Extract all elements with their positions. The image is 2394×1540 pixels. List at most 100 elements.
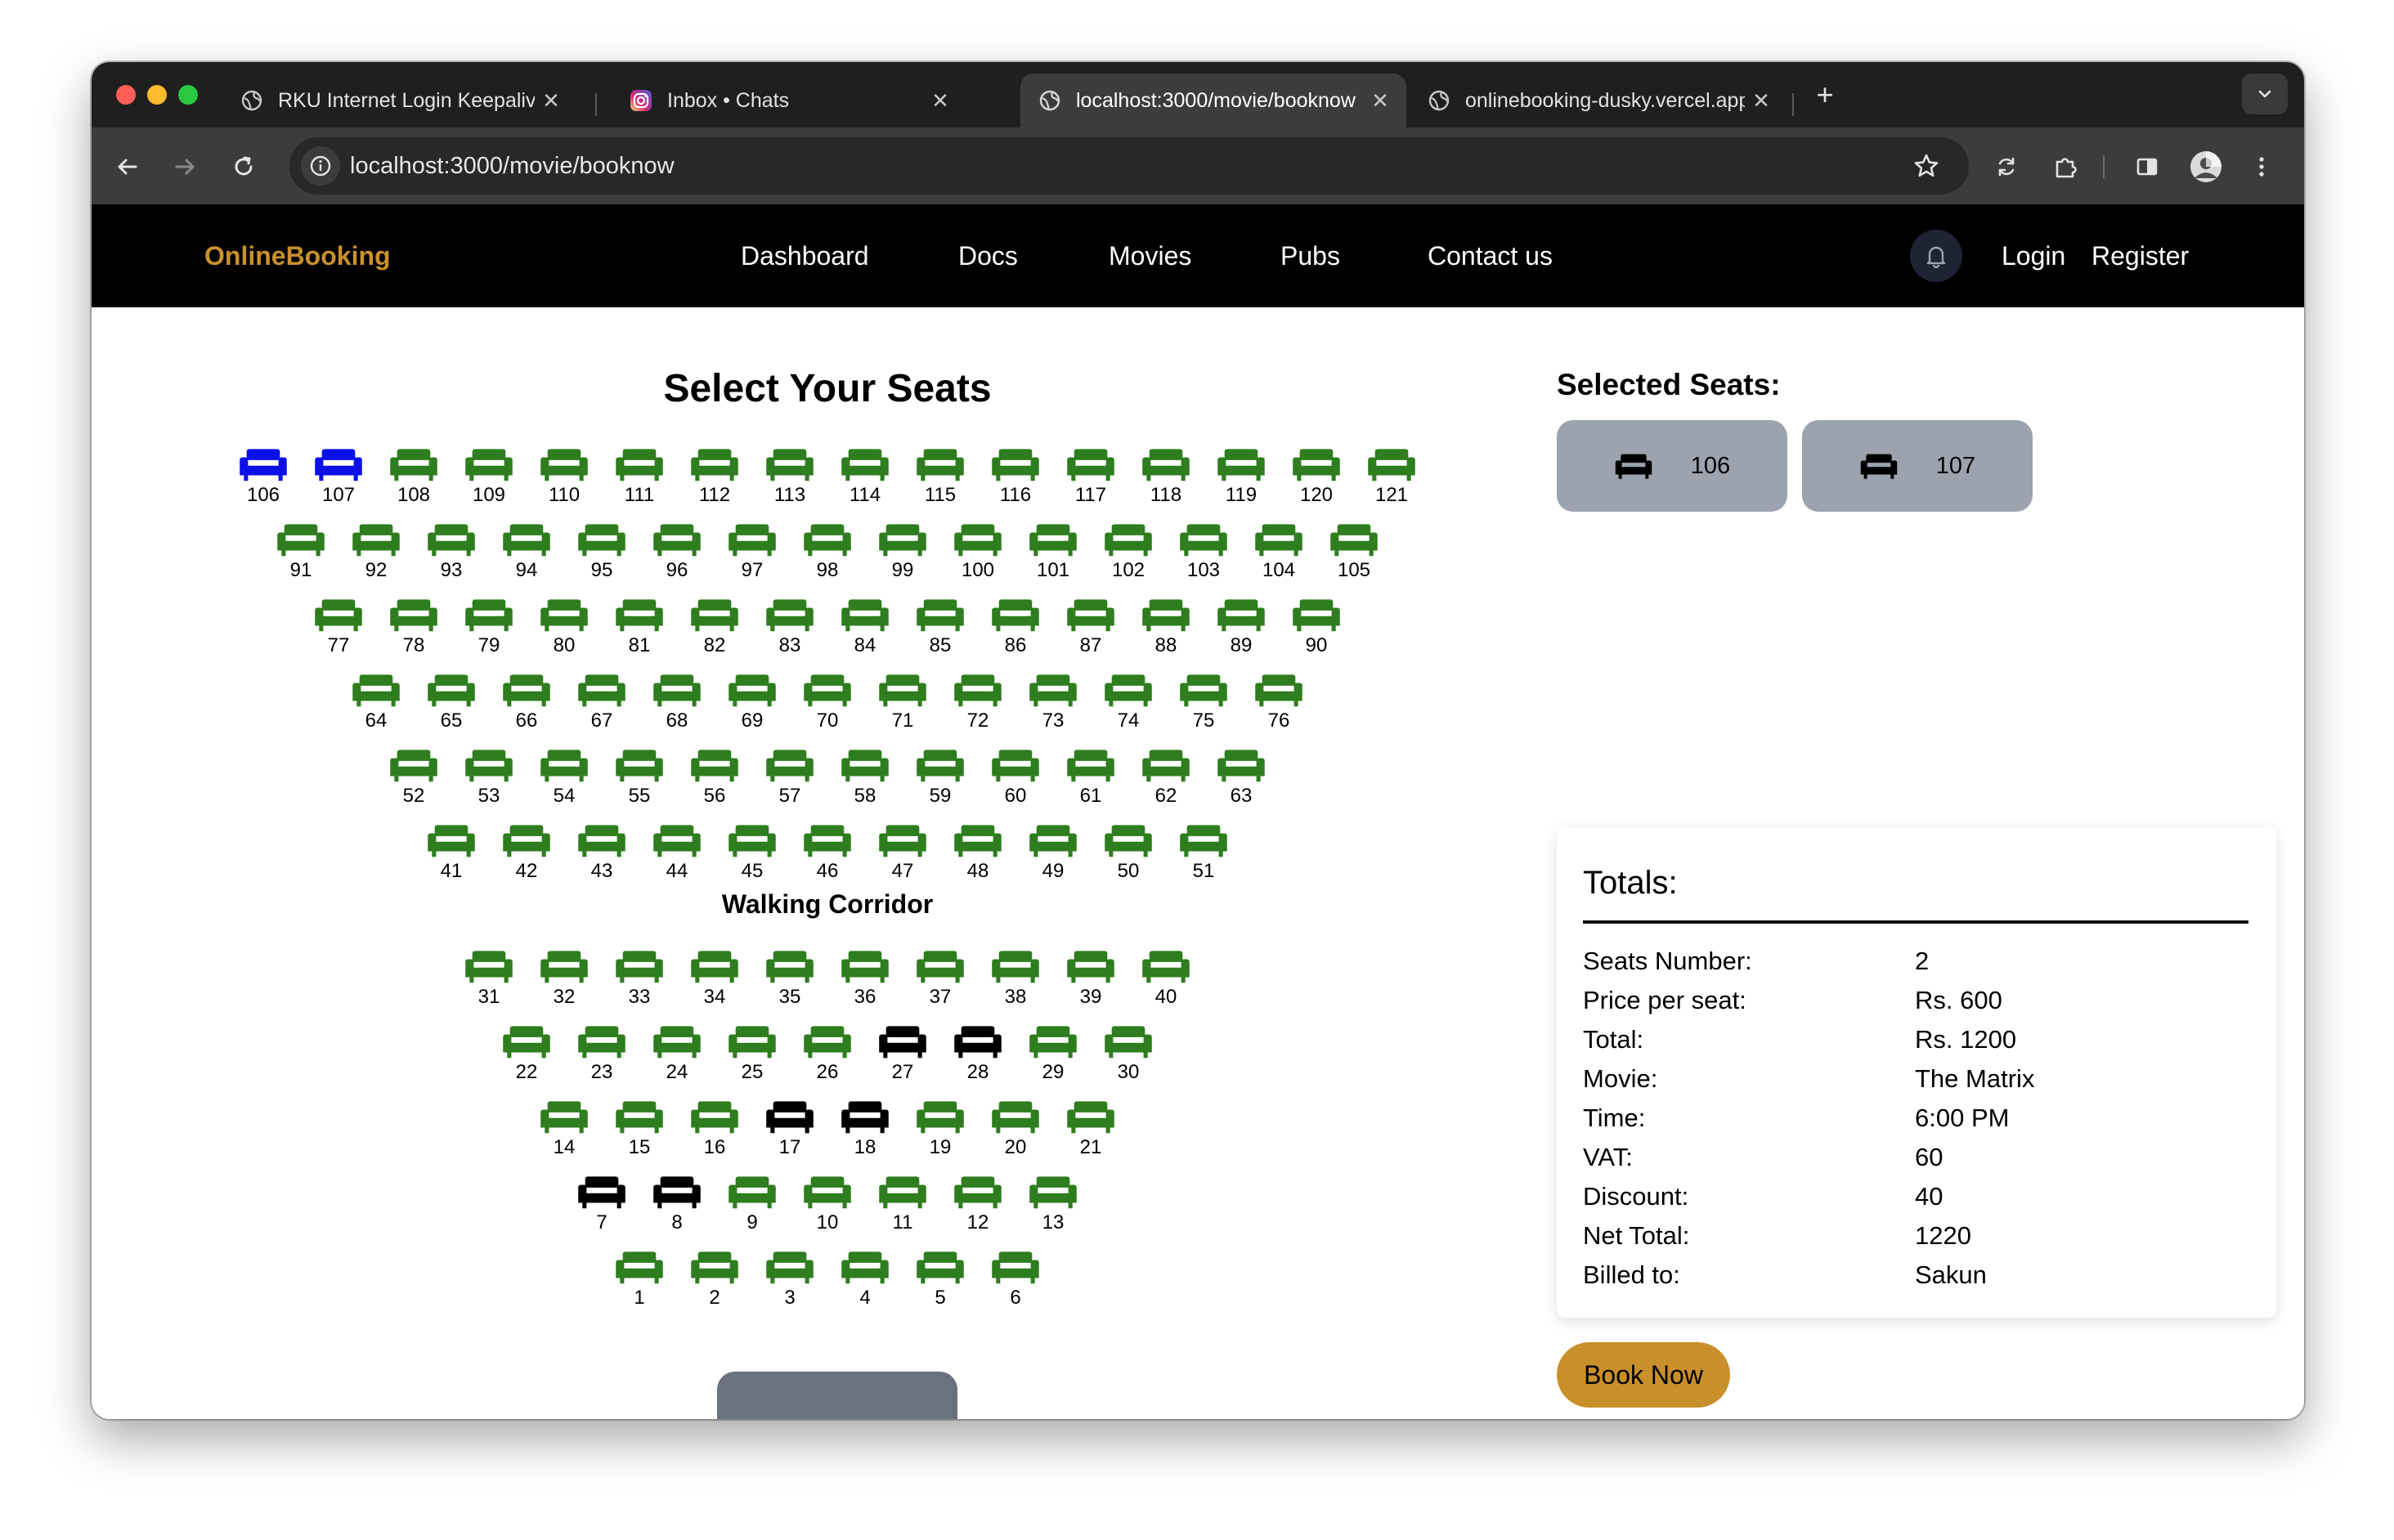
seat-19[interactable]: 19 [903, 1099, 978, 1174]
seat-92[interactable]: 92 [338, 522, 414, 597]
seat-67[interactable]: 67 [564, 672, 639, 747]
seat-9[interactable]: 9 [715, 1174, 790, 1249]
seat-66[interactable]: 66 [489, 672, 564, 747]
selected-seat-chip[interactable]: 106 [1557, 420, 1787, 512]
seat-40[interactable]: 40 [1128, 948, 1204, 1023]
minimize-window-button[interactable] [147, 85, 167, 105]
seat-5[interactable]: 5 [903, 1249, 978, 1324]
seat-44[interactable]: 44 [639, 822, 715, 898]
seat-91[interactable]: 91 [263, 522, 338, 597]
seat-118[interactable]: 118 [1128, 446, 1204, 522]
nav-link-pubs[interactable]: Pubs [1280, 204, 1340, 307]
seat-50[interactable]: 50 [1091, 822, 1166, 898]
seat-20[interactable]: 20 [978, 1099, 1053, 1174]
seat-23[interactable]: 23 [564, 1023, 639, 1099]
seat-117[interactable]: 117 [1053, 446, 1128, 522]
zoom-window-button[interactable] [178, 85, 198, 105]
seat-81[interactable]: 81 [602, 597, 677, 672]
seat-13[interactable]: 13 [1015, 1174, 1091, 1249]
seat-31[interactable]: 31 [451, 948, 527, 1023]
forward-button[interactable] [165, 147, 204, 186]
nav-link-docs[interactable]: Docs [958, 204, 1018, 307]
seat-6[interactable]: 6 [978, 1249, 1053, 1324]
seat-14[interactable]: 14 [527, 1099, 602, 1174]
register-link[interactable]: Register [2091, 204, 2189, 307]
tab-booknow[interactable]: localhost:3000/movie/booknow ✕ [1020, 74, 1406, 128]
seat-94[interactable]: 94 [489, 522, 564, 597]
seat-58[interactable]: 58 [827, 747, 903, 822]
seat-84[interactable]: 84 [827, 597, 903, 672]
brand-logo[interactable]: OnlineBooking [204, 204, 391, 307]
seat-75[interactable]: 75 [1166, 672, 1241, 747]
seat-98[interactable]: 98 [790, 522, 865, 597]
seat-62[interactable]: 62 [1128, 747, 1204, 822]
seat-104[interactable]: 104 [1241, 522, 1316, 597]
seat-48[interactable]: 48 [940, 822, 1015, 898]
seat-51[interactable]: 51 [1166, 822, 1241, 898]
seat-65[interactable]: 65 [414, 672, 489, 747]
seat-82[interactable]: 82 [677, 597, 752, 672]
tab-close-icon[interactable]: ✕ [535, 88, 567, 114]
seat-29[interactable]: 29 [1015, 1023, 1091, 1099]
seat-95[interactable]: 95 [564, 522, 639, 597]
seat-106[interactable]: 106 [226, 446, 301, 522]
seat-113[interactable]: 113 [752, 446, 827, 522]
seat-59[interactable]: 59 [903, 747, 978, 822]
selected-seat-chip[interactable]: 107 [1802, 420, 2033, 512]
seat-74[interactable]: 74 [1091, 672, 1166, 747]
tab-close-icon[interactable]: ✕ [924, 88, 957, 114]
seat-90[interactable]: 90 [1279, 597, 1354, 672]
seat-87[interactable]: 87 [1053, 597, 1128, 672]
seat-38[interactable]: 38 [978, 948, 1053, 1023]
seat-30[interactable]: 30 [1091, 1023, 1166, 1099]
seat-36[interactable]: 36 [827, 948, 903, 1023]
seat-97[interactable]: 97 [715, 522, 790, 597]
seat-105[interactable]: 105 [1316, 522, 1392, 597]
extension-sync-button[interactable] [1987, 147, 2026, 186]
seat-24[interactable]: 24 [639, 1023, 715, 1099]
seat-115[interactable]: 115 [903, 446, 978, 522]
seat-99[interactable]: 99 [865, 522, 940, 597]
seat-42[interactable]: 42 [489, 822, 564, 898]
tab-close-icon[interactable]: ✕ [1745, 88, 1778, 114]
seat-114[interactable]: 114 [827, 446, 903, 522]
seat-103[interactable]: 103 [1166, 522, 1241, 597]
seat-12[interactable]: 12 [940, 1174, 1015, 1249]
seat-39[interactable]: 39 [1053, 948, 1128, 1023]
reload-button[interactable] [224, 147, 263, 186]
address-bar[interactable]: localhost:3000/movie/booknow [289, 137, 1969, 195]
seat-93[interactable]: 93 [414, 522, 489, 597]
tab-vercel-app[interactable]: onlinebooking-dusky.vercel.app ✕ [1410, 74, 1787, 128]
seat-53[interactable]: 53 [451, 747, 527, 822]
seat-69[interactable]: 69 [715, 672, 790, 747]
seat-45[interactable]: 45 [715, 822, 790, 898]
seat-78[interactable]: 78 [376, 597, 451, 672]
seat-72[interactable]: 72 [940, 672, 1015, 747]
seat-86[interactable]: 86 [978, 597, 1053, 672]
seat-52[interactable]: 52 [376, 747, 451, 822]
seat-73[interactable]: 73 [1015, 672, 1091, 747]
seat-61[interactable]: 61 [1053, 747, 1128, 822]
seat-15[interactable]: 15 [602, 1099, 677, 1174]
seat-37[interactable]: 37 [903, 948, 978, 1023]
seat-55[interactable]: 55 [602, 747, 677, 822]
browser-menu-button[interactable] [2242, 147, 2281, 186]
seat-10[interactable]: 10 [790, 1174, 865, 1249]
seat-41[interactable]: 41 [414, 822, 489, 898]
seat-21[interactable]: 21 [1053, 1099, 1128, 1174]
seat-33[interactable]: 33 [602, 948, 677, 1023]
seat-116[interactable]: 116 [978, 446, 1053, 522]
seat-46[interactable]: 46 [790, 822, 865, 898]
seat-70[interactable]: 70 [790, 672, 865, 747]
seat-63[interactable]: 63 [1204, 747, 1279, 822]
seat-107[interactable]: 107 [301, 446, 376, 522]
seat-16[interactable]: 16 [677, 1099, 752, 1174]
new-tab-button[interactable]: + [1807, 77, 1843, 113]
seat-85[interactable]: 85 [903, 597, 978, 672]
seat-47[interactable]: 47 [865, 822, 940, 898]
seat-26[interactable]: 26 [790, 1023, 865, 1099]
seat-77[interactable]: 77 [301, 597, 376, 672]
seat-83[interactable]: 83 [752, 597, 827, 672]
seat-119[interactable]: 119 [1204, 446, 1279, 522]
tab-search-button[interactable] [2242, 74, 2288, 114]
